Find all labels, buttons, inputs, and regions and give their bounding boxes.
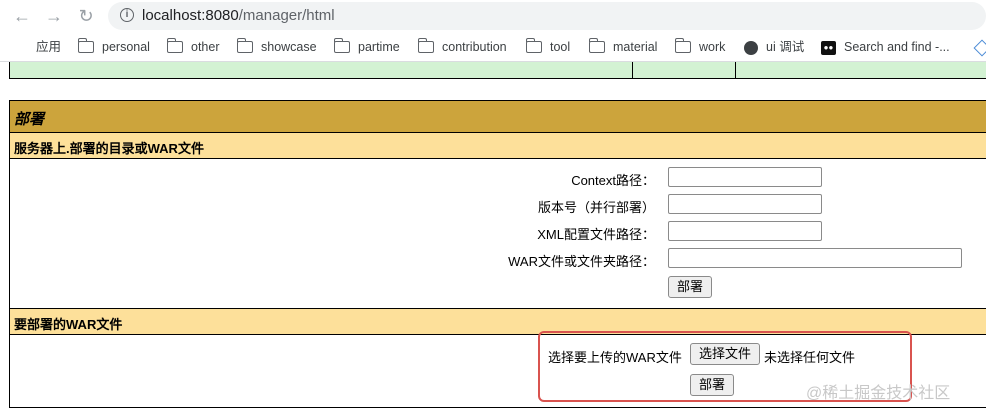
- info-icon[interactable]: i: [120, 8, 134, 22]
- apps-grid-icon: [14, 41, 28, 55]
- server-section-title: 服务器上.部署的目录或WAR文件: [14, 141, 204, 156]
- bookmark-apps[interactable]: 应用: [14, 39, 61, 55]
- bookmark-label: ui 调试: [766, 40, 805, 54]
- folder-icon: [588, 37, 605, 53]
- bookmark-showcase[interactable]: showcase: [236, 37, 317, 55]
- bookmark-label: material: [613, 40, 658, 54]
- url-host: localhost:8080: [142, 7, 239, 24]
- bookmark-other[interactable]: other: [166, 37, 220, 55]
- url-text: localhost:8080/manager/html: [142, 7, 335, 24]
- war-path-input[interactable]: [668, 248, 962, 268]
- deploy-title: 部署: [14, 111, 45, 128]
- upload-section-title: 要部署的WAR文件: [14, 317, 123, 332]
- bookmark-label: Search and find -...: [844, 40, 950, 54]
- globe-icon: [744, 40, 758, 55]
- server-section-header: 服务器上.部署的目录或WAR文件: [10, 133, 986, 159]
- folder-icon: [333, 37, 350, 53]
- war-path-label: WAR文件或文件夹路径：: [508, 254, 655, 269]
- bookmark-label: tool: [550, 40, 571, 54]
- watermark: @稀土掘金技术社区: [806, 385, 951, 402]
- address-bar[interactable]: i localhost:8080/manager/html: [108, 2, 986, 30]
- square-logo-icon: ●●: [821, 40, 836, 55]
- cell-divider: [735, 62, 736, 78]
- deploy-directory-button[interactable]: 部署: [668, 276, 712, 298]
- context-path-input[interactable]: [668, 167, 822, 187]
- back-arrow-icon[interactable]: ←: [12, 6, 32, 26]
- folder-icon: [166, 37, 183, 53]
- bookmark-work[interactable]: work: [674, 37, 726, 55]
- folder-icon: [417, 37, 434, 53]
- bookmark-label: other: [191, 40, 220, 54]
- version-label: 版本号（并行部署）: [537, 200, 655, 215]
- bookmarks-bar: 应用 personal other showcase partime contr…: [0, 33, 986, 62]
- diamond-icon: [973, 39, 986, 57]
- bookmark-personal[interactable]: personal: [77, 37, 150, 55]
- xml-config-path-input[interactable]: [668, 221, 822, 241]
- reload-icon[interactable]: ↻: [76, 6, 96, 26]
- browser-toolbar: ← → ↻ i localhost:8080/manager/html: [0, 0, 986, 32]
- bookmark-label: contribution: [442, 40, 507, 54]
- url-path: /manager/html: [238, 7, 335, 24]
- bookmark-label: 应用: [36, 40, 62, 54]
- version-input[interactable]: [668, 194, 822, 214]
- bookmark-label: partime: [358, 40, 400, 54]
- bookmark-material[interactable]: material: [588, 37, 658, 55]
- bookmark-label: personal: [102, 40, 150, 54]
- forward-arrow-icon[interactable]: →: [44, 6, 64, 26]
- bookmark-tool[interactable]: tool: [525, 37, 571, 55]
- bookmark-contribution[interactable]: contribution: [417, 37, 507, 55]
- bookmark-partime[interactable]: partime: [333, 37, 400, 55]
- bookmark-overflow[interactable]: [973, 39, 986, 57]
- bookmark-label: work: [699, 40, 726, 54]
- bookmark-label: showcase: [261, 40, 317, 54]
- folder-icon: [77, 37, 94, 53]
- cell-divider: [632, 62, 633, 78]
- bookmark-ui-debug[interactable]: ui 调试: [744, 39, 804, 55]
- bookmark-search-and-find[interactable]: ●● Search and find -...: [821, 39, 950, 55]
- deploy-title-row: 部署: [10, 101, 986, 133]
- previous-table-row: [9, 62, 986, 79]
- context-path-label: Context路径：: [571, 173, 655, 188]
- folder-icon: [674, 37, 691, 53]
- folder-icon: [525, 37, 542, 53]
- folder-icon: [236, 37, 253, 53]
- xml-config-path-label: XML配置文件路径：: [537, 227, 655, 242]
